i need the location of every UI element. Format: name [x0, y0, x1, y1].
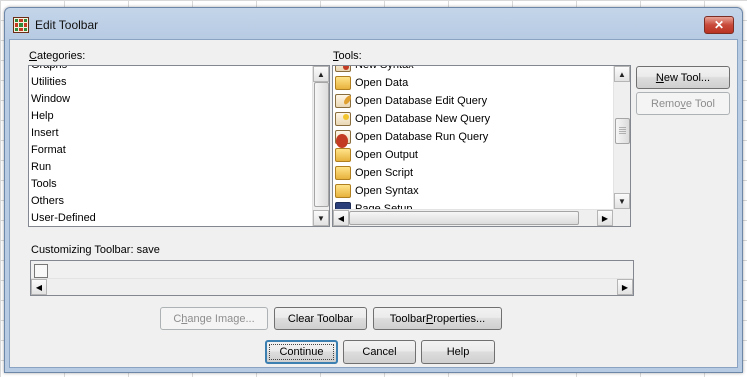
tools-label: Tools:	[333, 50, 362, 62]
close-icon: ✕	[713, 18, 725, 32]
toolbar-horizontal-scrollbar[interactable]: ◀ ▶	[31, 278, 633, 295]
title-bar[interactable]: Edit Toolbar ✕	[5, 8, 742, 38]
help-button[interactable]: Help	[421, 340, 495, 364]
categories-list[interactable]: Graphs Utilities Window Help Insert Format Run…	[28, 65, 330, 227]
tool-item-label: Open Output	[355, 149, 418, 161]
arrow-up-icon: ▲	[618, 69, 626, 79]
tool-item[interactable]: New Syntax	[333, 65, 613, 74]
close-button[interactable]: ✕	[704, 16, 734, 34]
scroll-up-button[interactable]: ▲	[614, 66, 630, 82]
open-script-icon	[335, 166, 351, 180]
scroll-right-button[interactable]: ▶	[597, 210, 613, 226]
tool-item-label: Open Syntax	[355, 185, 419, 197]
tool-item[interactable]: Open Output	[333, 146, 613, 164]
edit-toolbar-dialog: Edit Toolbar ✕ Categories: Graphs Utiliti…	[4, 7, 743, 373]
toolbar-preview[interactable]: ◀ ▶	[30, 260, 634, 296]
arrow-right-icon: ▶	[601, 213, 609, 223]
category-item[interactable]: Format	[29, 142, 312, 159]
clear-toolbar-button[interactable]: Clear Toolbar	[274, 307, 367, 330]
category-item[interactable]: Graphs	[29, 66, 312, 74]
db-edit-query-icon	[335, 94, 351, 108]
tool-item-label: New Syntax	[355, 65, 414, 71]
category-item[interactable]: Tools	[29, 176, 312, 193]
change-image-button[interactable]: Ch ange Image...	[160, 307, 268, 330]
tool-item-label: Open Database New Query	[355, 113, 491, 125]
tools-vertical-scrollbar[interactable]: ▲ ▼	[613, 66, 630, 209]
dialog-body: Categories: Graphs Utilities Window Help Ins…	[9, 39, 738, 368]
tool-item[interactable]: Open Data	[333, 74, 613, 92]
categories-list-items: Graphs Utilities Window Help Insert Format Run…	[29, 66, 312, 226]
tools-list[interactable]: New Syntax Open Data Open Database Edit Qu…	[332, 65, 631, 227]
arrow-up-icon: ▲	[317, 69, 325, 79]
dialog-title: Edit Toolbar	[35, 18, 99, 32]
scroll-corner	[613, 209, 630, 226]
db-run-query-icon	[335, 130, 351, 148]
scroll-up-button[interactable]: ▲	[313, 66, 329, 82]
category-item[interactable]: User-Defined	[29, 210, 312, 226]
arrow-left-icon: ◀	[35, 282, 43, 292]
tool-item-label: Open Script	[355, 167, 414, 179]
scroll-left-button[interactable]: ◀	[31, 279, 47, 295]
tool-item-label: Open Data	[355, 77, 409, 89]
category-item[interactable]: Run	[29, 159, 312, 176]
open-data-icon	[335, 76, 351, 90]
scroll-thumb[interactable]	[314, 82, 329, 207]
open-syntax-icon	[335, 184, 351, 198]
categories-label: Categories:	[29, 50, 86, 62]
scroll-right-button[interactable]: ▶	[617, 279, 633, 295]
tool-item[interactable]: Open Script	[333, 164, 613, 182]
category-item[interactable]: Help	[29, 108, 312, 125]
continue-button[interactable]: Continue	[265, 340, 338, 364]
tool-item-label: Open Database Edit Query	[355, 95, 488, 107]
syntax-icon	[335, 66, 351, 72]
category-item[interactable]: Utilities	[29, 74, 312, 91]
remove-tool-button[interactable]: Remo v e Tool	[636, 92, 730, 115]
customizing-toolbar-name: save	[136, 244, 160, 256]
toolbar-properties-button[interactable]: Toolbar Properties...	[373, 307, 502, 330]
tool-item[interactable]: Open Database Run Query	[333, 128, 613, 148]
customizing-toolbar-label: Customizing Toolbar: save	[31, 244, 160, 256]
tools-horizontal-scrollbar[interactable]: ◀ ▶	[333, 209, 613, 226]
app-grid-icon	[13, 17, 29, 33]
scroll-left-button[interactable]: ◀	[333, 210, 349, 226]
tool-item[interactable]: Open Database Edit Query	[333, 92, 613, 110]
toolbar-empty-slot[interactable]	[34, 264, 48, 278]
db-new-query-icon	[335, 112, 351, 126]
new-tool-button[interactable]: New Tool...	[636, 66, 730, 89]
tool-item-label: Open Database Run Query	[355, 131, 489, 143]
category-item[interactable]: Others	[29, 193, 312, 210]
category-item[interactable]: Window	[29, 91, 312, 108]
arrow-right-icon: ▶	[621, 282, 629, 292]
category-item[interactable]: Insert	[29, 125, 312, 142]
scroll-down-button[interactable]: ▼	[614, 193, 630, 209]
scroll-down-button[interactable]: ▼	[313, 210, 329, 226]
cancel-button[interactable]: Cancel	[343, 340, 416, 364]
tool-item[interactable]: Open Database New Query	[333, 110, 613, 128]
arrow-down-icon: ▼	[618, 196, 626, 206]
horizontal-scroll-thumb[interactable]	[349, 211, 579, 225]
open-output-icon	[335, 148, 351, 162]
arrow-down-icon: ▼	[317, 213, 325, 223]
arrow-left-icon: ◀	[337, 213, 345, 223]
tool-item[interactable]: Open Syntax	[333, 182, 613, 200]
tools-list-items: New Syntax Open Data Open Database Edit Qu…	[333, 65, 613, 218]
scroll-thumb[interactable]	[615, 118, 630, 144]
categories-vertical-scrollbar[interactable]: ▲ ▼	[312, 66, 329, 226]
